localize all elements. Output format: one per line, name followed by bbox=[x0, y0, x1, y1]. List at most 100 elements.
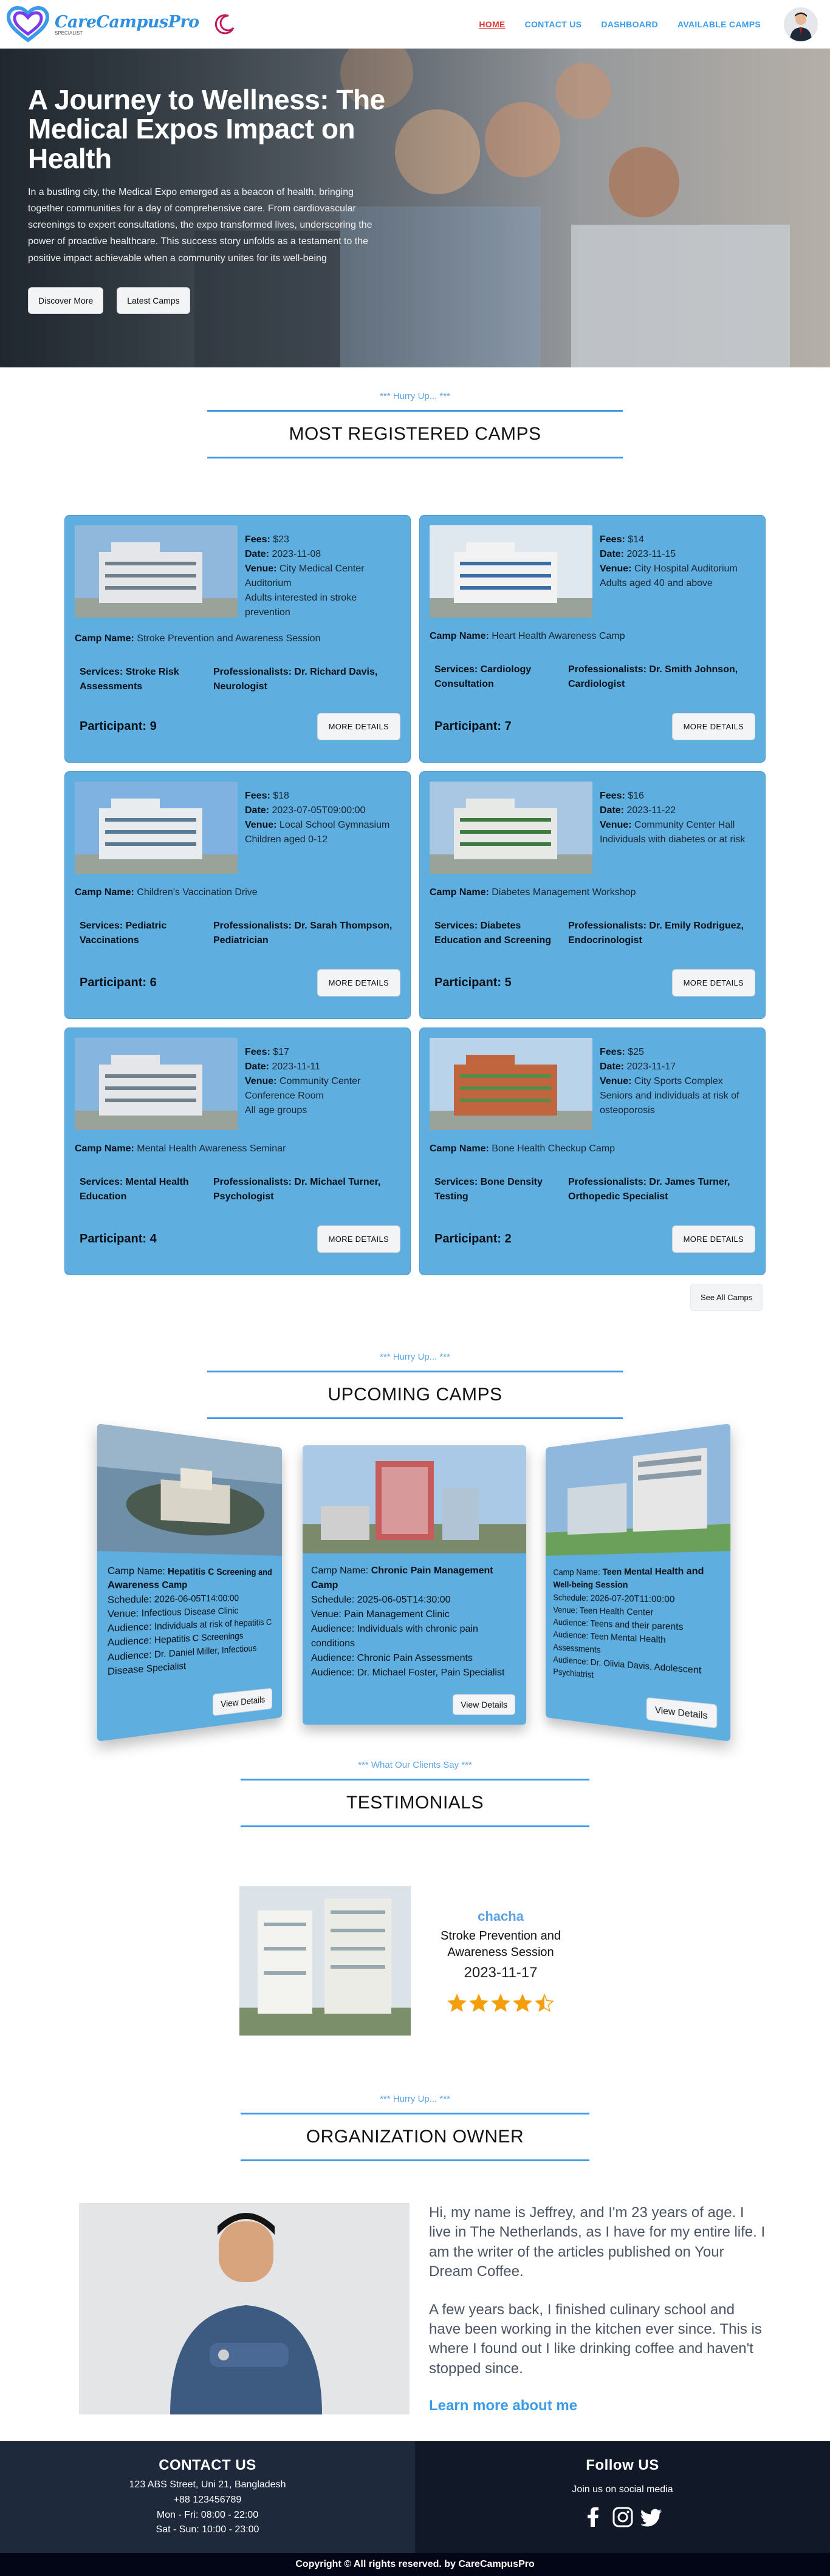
camp-building-image bbox=[430, 525, 592, 618]
section-title: MOST REGISTERED CAMPS bbox=[289, 424, 541, 444]
label-fees: Fees: bbox=[245, 1047, 270, 1057]
camp-participants: 5 bbox=[504, 976, 512, 989]
learn-more-link[interactable]: Learn more about me bbox=[429, 2397, 577, 2414]
user-avatar[interactable] bbox=[784, 7, 818, 41]
camp-card: Fees: $23 Date: 2023-11-08 Venue: City M… bbox=[64, 515, 411, 763]
upcoming-venue: Infectious Disease Clinic bbox=[141, 1605, 239, 1618]
label-services: Services: bbox=[80, 1177, 123, 1187]
camp-participants: 7 bbox=[504, 720, 512, 733]
label-participant: Participant: bbox=[80, 720, 147, 733]
camp-building-image bbox=[75, 782, 238, 874]
nav-home[interactable]: HOME bbox=[479, 19, 505, 29]
camp-participant-count: Participant: 4 bbox=[80, 1232, 157, 1246]
footer-contact: CONTACT US 123 ABS Street, Uni 21, Bangl… bbox=[0, 2441, 415, 2553]
label-date: Date: bbox=[600, 549, 625, 559]
camp-card-top: Fees: $14 Date: 2023-11-15 Venue: City H… bbox=[430, 525, 755, 618]
brand[interactable]: CareCampusPro SPECIALIST bbox=[6, 5, 237, 43]
nav-contact-us[interactable]: CONTACT US bbox=[525, 19, 582, 29]
rating-stars bbox=[411, 1994, 591, 2013]
more-details-button[interactable]: MORE DETAILS bbox=[317, 713, 400, 740]
label-date: Date: bbox=[245, 805, 270, 816]
camp-participant-count: Participant: 9 bbox=[80, 720, 157, 734]
testimonial-name: chacha bbox=[478, 1909, 524, 1924]
label-services: Services: bbox=[80, 921, 123, 931]
star-icon bbox=[535, 1994, 554, 2012]
label-venue: Venue: bbox=[600, 820, 632, 830]
label-date: Date: bbox=[600, 1061, 625, 1072]
label-venue: Venue: bbox=[600, 564, 632, 574]
hero-buttons: Discover More Latest Camps bbox=[28, 287, 393, 314]
brand-subtitle: SPECIALIST bbox=[55, 30, 83, 36]
camp-audience: Seniors and individuals at risk of osteo… bbox=[600, 1091, 739, 1116]
label-date: Date: bbox=[245, 1061, 270, 1072]
camp-participant-count: Participant: 2 bbox=[434, 1232, 512, 1246]
camp-participants: 2 bbox=[504, 1232, 512, 1245]
heart-logo-icon bbox=[6, 5, 50, 43]
upcoming-card-right[interactable]: Camp Name: Teen Mental Health and Well-b… bbox=[546, 1423, 731, 1742]
label-venue: Venue: bbox=[107, 1607, 139, 1620]
camp-audience: Individuals with diabetes or at risk bbox=[600, 834, 746, 845]
section-title: UPCOMING CAMPS bbox=[328, 1385, 502, 1405]
camp-meta: Services: Cardiology Consultation Profes… bbox=[430, 663, 755, 692]
camp-venue: Community Center Hall bbox=[634, 820, 735, 830]
label-fees: Fees: bbox=[600, 534, 625, 545]
section-subtitle: *** What Our Clients Say *** bbox=[358, 1760, 472, 1770]
latest-camps-button[interactable]: Latest Camps bbox=[117, 287, 190, 314]
camp-card: Fees: $14 Date: 2023-11-15 Venue: City H… bbox=[419, 515, 766, 763]
camp-fees: $23 bbox=[273, 534, 289, 545]
upcoming-venue: Pain Management Clinic bbox=[344, 1609, 450, 1620]
view-details-button[interactable]: View Details bbox=[647, 1697, 718, 1729]
nav-available-camps[interactable]: AVAILABLE CAMPS bbox=[677, 19, 761, 29]
see-all-camps-button[interactable]: See All Camps bbox=[690, 1284, 763, 1311]
camp-name: Mental Health Awareness Seminar bbox=[137, 1143, 286, 1154]
star-icon bbox=[447, 1994, 467, 2012]
camp-info: Fees: $18 Date: 2023-07-05T09:00:00 Venu… bbox=[245, 782, 389, 874]
upcoming-card-body: Camp Name: Teen Mental Health and Well-b… bbox=[546, 1555, 730, 1703]
footer-contact-title: CONTACT US bbox=[159, 2457, 256, 2473]
camp-name-line: Camp Name: Mental Health Awareness Semin… bbox=[75, 1143, 400, 1154]
moon-icon[interactable] bbox=[213, 12, 237, 36]
upcoming-card-body: Camp Name: Hepatitis C Screening and Awa… bbox=[97, 1555, 282, 1688]
camp-professionals-line: Professionalists: Dr. Sarah Thompson, Pe… bbox=[213, 919, 396, 948]
facebook-icon[interactable] bbox=[583, 2506, 605, 2528]
upcoming-card-center[interactable]: Camp Name: Chronic Pain Management Camp … bbox=[303, 1445, 526, 1725]
label-camp-name: Camp Name: bbox=[75, 1143, 134, 1154]
label-participant: Participant: bbox=[80, 976, 147, 989]
camp-card-top: Fees: $16 Date: 2023-11-22 Venue: Commun… bbox=[430, 782, 755, 874]
label-venue: Venue: bbox=[245, 820, 277, 830]
camp-participant-count: Participant: 6 bbox=[80, 976, 157, 990]
more-details-button[interactable]: MORE DETAILS bbox=[317, 1225, 400, 1253]
upcoming-carousel: Camp Name: Hepatitis C Screening and Awa… bbox=[0, 1423, 830, 1742]
camp-card: Fees: $25 Date: 2023-11-17 Venue: City S… bbox=[419, 1027, 766, 1275]
label-services: Services: bbox=[80, 667, 123, 677]
instagram-icon[interactable] bbox=[612, 2506, 634, 2528]
more-details-button[interactable]: MORE DETAILS bbox=[671, 969, 755, 997]
camp-name: Children's Vaccination Drive bbox=[137, 887, 258, 898]
twitter-icon[interactable] bbox=[640, 2506, 663, 2528]
more-details-button[interactable]: MORE DETAILS bbox=[671, 713, 755, 740]
camp-fees: $17 bbox=[273, 1047, 289, 1057]
camp-building-image bbox=[430, 782, 592, 874]
more-details-button[interactable]: MORE DETAILS bbox=[317, 969, 400, 997]
camp-services-line: Services: Pediatric Vaccinations bbox=[80, 919, 201, 948]
camp-participants: 9 bbox=[149, 720, 157, 733]
footer-address: 123 ABS Street, Uni 21, Bangladesh bbox=[129, 2479, 286, 2490]
camp-building-image bbox=[430, 1038, 592, 1130]
testimonial-card: chacha Stroke Prevention and Awareness S… bbox=[239, 1886, 591, 2036]
upcoming-card-left[interactable]: Camp Name: Hepatitis C Screening and Awa… bbox=[97, 1423, 283, 1742]
owner-heading: *** Hurry Up... *** ORGANIZATION OWNER bbox=[0, 2094, 830, 2161]
camp-info: Fees: $25 Date: 2023-11-17 Venue: City S… bbox=[600, 1038, 755, 1130]
camp-date: 2023-11-11 bbox=[272, 1061, 320, 1072]
view-details-button[interactable]: View Details bbox=[213, 1688, 272, 1716]
testimonial-body: chacha Stroke Prevention and Awareness S… bbox=[411, 1909, 591, 2013]
hero-title: A Journey to Wellness: The Medical Expos… bbox=[28, 84, 385, 174]
discover-more-button[interactable]: Discover More bbox=[28, 287, 104, 314]
label-schedule: Schedule: bbox=[311, 1595, 355, 1605]
footer-hours-weekday: Mon - Fri: 08:00 - 22:00 bbox=[156, 2509, 259, 2520]
view-details-button[interactable]: View Details bbox=[453, 1694, 515, 1715]
camp-meta: Services: Diabetes Education and Screeni… bbox=[430, 919, 755, 948]
more-details-button[interactable]: MORE DETAILS bbox=[671, 1225, 755, 1253]
nav-dashboard[interactable]: DASHBOARD bbox=[601, 19, 658, 29]
label-professionals: Professionalists: bbox=[213, 667, 292, 677]
footer-phone: +88 123456789 bbox=[173, 2494, 242, 2505]
